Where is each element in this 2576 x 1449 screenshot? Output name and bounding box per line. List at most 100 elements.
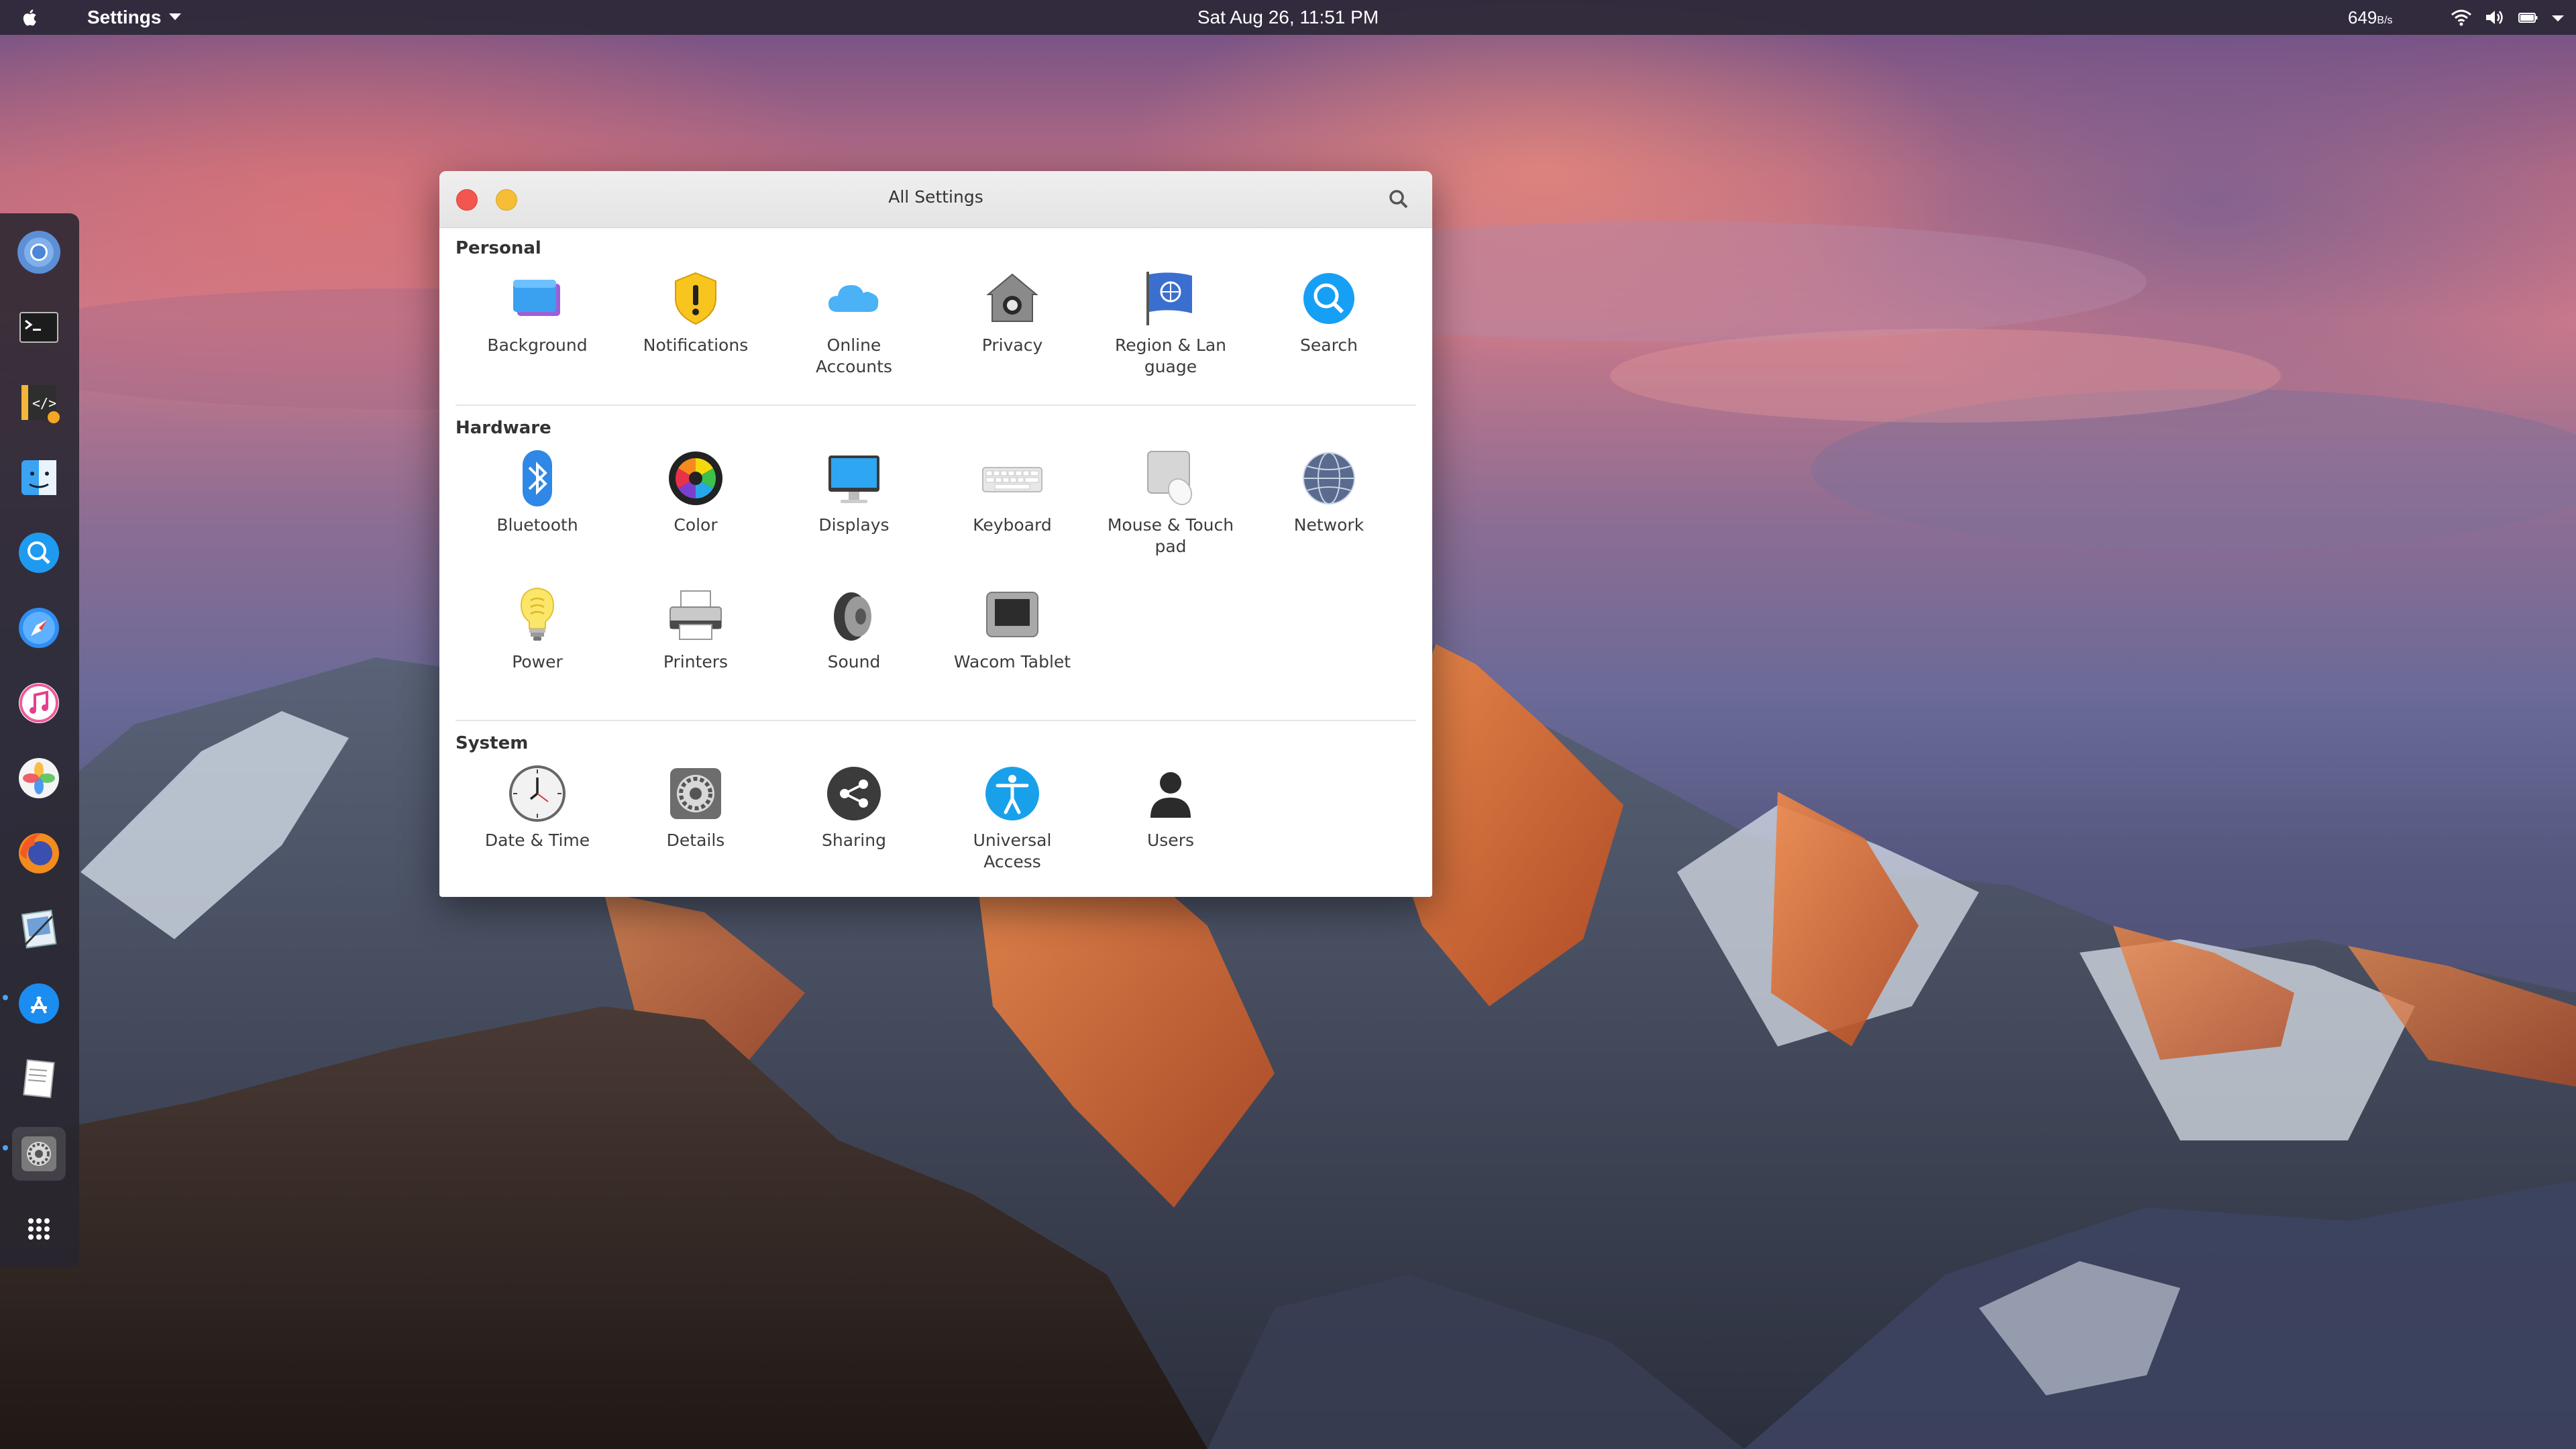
display-icon — [828, 455, 879, 503]
settings-item-sharing[interactable]: Sharing — [775, 760, 933, 851]
dock-text-editor[interactable] — [12, 1052, 66, 1106]
settings-item-displays[interactable]: Displays — [775, 445, 933, 536]
settings-item-label: Wacom Tablet — [953, 652, 1071, 672]
search-settings-icon — [1303, 273, 1354, 324]
settings-item-label: Displays — [818, 515, 890, 535]
top-panel: Settings Sat Aug 26, 11:51 PM 649B/s — [0, 0, 2576, 35]
system-settings-icon — [21, 1136, 56, 1171]
window-titlebar[interactable]: All Settings — [439, 171, 1432, 228]
firefox-icon — [19, 833, 59, 873]
running-indicator — [3, 995, 8, 1000]
section-title-system: System — [455, 733, 529, 753]
wifi-icon[interactable] — [2450, 7, 2473, 28]
settings-item-bluetooth[interactable]: Bluetooth — [458, 445, 616, 536]
net-speed-value: 649 — [2348, 7, 2377, 28]
settings-item-sound[interactable]: Sound — [775, 582, 933, 673]
dock-app-store[interactable] — [12, 977, 66, 1030]
details-gear-icon — [670, 768, 721, 819]
dock-system-settings[interactable] — [12, 1127, 66, 1181]
settings-item-notifications[interactable]: Notifications — [616, 265, 775, 356]
settings-item-region-language[interactable]: Region & Lan guage — [1091, 265, 1250, 378]
settings-item-search[interactable]: Search — [1250, 265, 1408, 356]
code-editor-icon: </> — [21, 385, 60, 423]
settings-item-color[interactable]: Color — [616, 445, 775, 536]
section-divider — [455, 720, 1416, 721]
bluetooth-icon — [523, 450, 552, 506]
settings-item-label: Printers — [663, 652, 729, 672]
terminal-icon — [19, 312, 58, 343]
settings-item-label: Date & Time — [484, 830, 590, 850]
system-menu-caret-icon[interactable] — [2546, 7, 2569, 28]
settings-item-background[interactable]: Background — [458, 265, 616, 356]
lightbulb-icon — [520, 587, 555, 641]
dock-chromium[interactable] — [12, 225, 66, 279]
settings-item-label: Keyboard — [973, 515, 1052, 535]
volume-icon[interactable] — [2483, 7, 2506, 28]
app-menu-title[interactable]: Settings — [87, 6, 161, 29]
apple-icon[interactable] — [19, 6, 42, 29]
settings-item-printers[interactable]: Printers — [616, 582, 775, 673]
settings-item-network[interactable]: Network — [1250, 445, 1408, 536]
settings-item-label: Color — [674, 515, 718, 535]
settings-item-details[interactable]: Details — [616, 760, 775, 851]
settings-item-privacy[interactable]: Privacy — [933, 265, 1091, 356]
app-store-icon — [19, 983, 59, 1024]
dock-safari[interactable] — [12, 601, 66, 655]
settings-item-label: Search — [1300, 335, 1358, 355]
background-icon — [513, 280, 560, 316]
settings-item-label: Region & Lan guage — [1114, 335, 1227, 376]
preview-icon — [21, 910, 57, 949]
settings-item-wacom-tablet[interactable]: Wacom Tablet — [933, 582, 1091, 673]
settings-item-label: Power — [512, 652, 563, 672]
settings-item-label: Sharing — [822, 830, 886, 850]
privacy-icon — [986, 273, 1038, 322]
settings-item-label: Network — [1293, 515, 1364, 535]
finder-icon — [21, 460, 56, 495]
dock-music[interactable] — [12, 676, 66, 730]
settings-item-label: Mouse & Touch pad — [1107, 515, 1234, 556]
dock-photos[interactable] — [12, 751, 66, 805]
clock[interactable]: Sat Aug 26, 11:51 PM — [1140, 6, 1436, 29]
settings-item-online-accounts[interactable]: Online Accounts — [775, 265, 933, 378]
tablet-icon — [986, 592, 1038, 637]
settings-item-users[interactable]: Users — [1091, 760, 1250, 851]
search-icon[interactable] — [1385, 186, 1412, 213]
settings-item-label: Details — [666, 830, 725, 850]
settings-item-label: Universal Access — [973, 830, 1052, 871]
mouse-icon — [1147, 451, 1193, 506]
net-speed-unit: B/s — [2377, 15, 2393, 26]
settings-item-power[interactable]: Power — [458, 582, 616, 673]
photos-icon — [19, 758, 59, 798]
flag-icon — [1146, 272, 1192, 325]
settings-item-label: Users — [1146, 830, 1194, 850]
printer-icon — [669, 590, 722, 640]
settings-item-mouse-touchpad[interactable]: Mouse & Touch pad — [1091, 445, 1250, 557]
color-icon — [669, 451, 722, 505]
share-icon — [827, 767, 881, 820]
dock-search[interactable] — [12, 526, 66, 580]
dock-finder[interactable] — [12, 451, 66, 504]
settings-item-label: Sound — [827, 652, 881, 672]
settings-item-keyboard[interactable]: Keyboard — [933, 445, 1091, 536]
speaker-icon — [834, 592, 871, 641]
section-title-personal: Personal — [455, 238, 541, 258]
settings-item-universal-access[interactable]: Universal Access — [933, 760, 1091, 873]
section-divider — [455, 405, 1416, 406]
settings-item-label: Privacy — [981, 335, 1043, 355]
dock-firefox[interactable] — [12, 826, 66, 880]
app-menu-caret-icon[interactable] — [169, 13, 181, 20]
battery-icon[interactable] — [2517, 7, 2540, 28]
net-speed-indicator[interactable]: 649B/s — [2348, 6, 2393, 32]
dock-code-editor[interactable]: </> — [12, 376, 66, 429]
dock-app-grid[interactable] — [12, 1202, 66, 1256]
clock-icon — [509, 765, 566, 822]
notifications-icon — [675, 272, 716, 325]
accessibility-icon — [985, 767, 1039, 820]
dock-preview[interactable] — [12, 902, 66, 955]
keyboard-icon — [982, 467, 1042, 492]
settings-item-label: Online Accounts — [816, 335, 892, 376]
settings-window: All Settings Personal Background Notific… — [439, 171, 1432, 897]
settings-item-date-time[interactable]: Date & Time — [458, 760, 616, 851]
search-app-icon — [19, 533, 59, 573]
dock-terminal[interactable] — [12, 301, 66, 354]
